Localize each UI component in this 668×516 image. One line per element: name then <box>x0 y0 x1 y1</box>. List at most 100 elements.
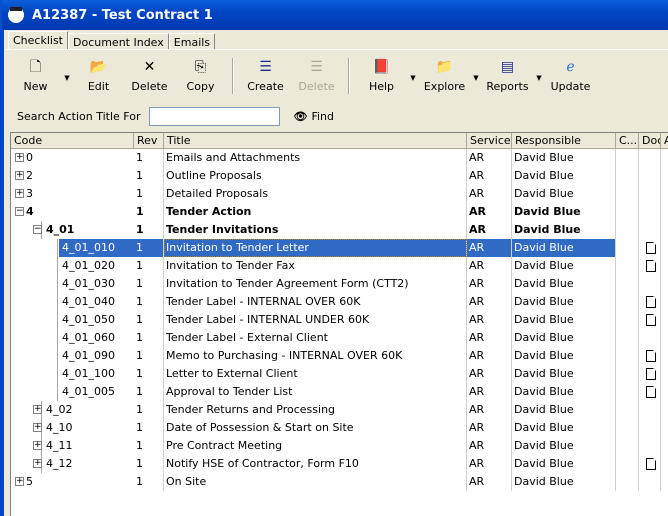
cell-title: Date of Possession & Start on Site <box>164 419 467 437</box>
search-input[interactable] <box>148 107 280 126</box>
expand-icon[interactable]: + <box>33 423 42 432</box>
table-row[interactable]: 0 +1 Emails and Attachments AR David Blue <box>11 149 668 167</box>
document-icon[interactable] <box>646 314 656 326</box>
table-row[interactable]: 4_01_020 1 Invitation to Tender Fax AR David… <box>11 257 668 275</box>
expand-icon[interactable]: + <box>33 405 42 414</box>
document-icon[interactable] <box>646 350 656 362</box>
table-row[interactable]: 2 +1 Outline Proposals AR David Blue <box>11 167 668 185</box>
reports-button[interactable]: ▤ Reports <box>482 58 533 93</box>
cell-code: 4_01_060 <box>62 331 115 344</box>
dropdown-arrow-icon[interactable]: ▼ <box>470 58 482 82</box>
cell-responsible: David Blue <box>512 149 616 167</box>
cell-a <box>661 239 668 257</box>
copy-button[interactable]: ⎘ Copy <box>175 58 226 93</box>
cell-c <box>616 437 639 455</box>
column-header-service[interactable]: Service <box>467 133 512 149</box>
tab-document-index[interactable]: Document Index <box>68 33 169 50</box>
cell-rev: 1 <box>134 275 164 293</box>
column-header-rev[interactable]: Rev <box>134 133 164 149</box>
expand-icon[interactable]: + <box>15 153 24 162</box>
cell-c <box>616 185 639 203</box>
cell-c <box>616 311 639 329</box>
table-row[interactable]: 4_01_030 1 Invitation to Tender Agreement … <box>11 275 668 293</box>
document-icon[interactable] <box>646 368 656 380</box>
cell-c <box>616 383 639 401</box>
cell-code: 4_01 <box>46 223 75 236</box>
tab-checklist[interactable]: Checklist <box>8 31 68 50</box>
cell-service: AR <box>467 185 512 203</box>
table-row[interactable]: 4_01_005 1 Approval to Tender List AR David … <box>11 383 668 401</box>
table-row[interactable]: 4_01_100 1 Letter to External Client AR Davi… <box>11 365 668 383</box>
find-label: Find <box>311 110 335 123</box>
table-row[interactable]: 4_11 +1 Pre Contract Meeting AR David Blue <box>11 437 668 455</box>
tree-line <box>57 239 58 257</box>
create-button[interactable]: ☰ Create <box>240 58 291 93</box>
cell-responsible: David Blue <box>512 275 616 293</box>
dropdown-arrow-icon[interactable]: ▼ <box>61 58 73 82</box>
cell-title: Emails and Attachments <box>164 149 467 167</box>
expand-icon[interactable]: + <box>15 477 24 486</box>
cell-doc <box>639 203 661 221</box>
dropdown-arrow-icon[interactable]: ▼ <box>533 58 545 82</box>
table-row[interactable]: 3 +1 Detailed Proposals AR David Blue <box>11 185 668 203</box>
cell-a <box>661 347 668 365</box>
table-row[interactable]: 4_01_060 1 Tender Label - External Client A… <box>11 329 668 347</box>
cell-title: Approval to Tender List <box>164 383 467 401</box>
table-row[interactable]: 4_01_050 1 Tender Label - INTERNAL UNDER 6… <box>11 311 668 329</box>
table-row[interactable]: 4_10 +1 Date of Possession & Start on Site… <box>11 419 668 437</box>
column-header-c[interactable]: C... <box>616 133 639 149</box>
create-document-icon: ☰ <box>259 59 272 75</box>
cell-rev: 1 <box>134 293 164 311</box>
tree-line <box>57 347 58 365</box>
find-button[interactable]: 👁 Find <box>294 110 335 123</box>
table-row[interactable]: 4_01_010 1 Invitation to Tender Letter AR Da… <box>11 239 668 257</box>
expand-icon[interactable]: + <box>15 171 24 180</box>
expand-icon[interactable]: + <box>33 441 42 450</box>
document-icon[interactable] <box>646 260 656 272</box>
column-header-code[interactable]: Code <box>11 133 134 149</box>
collapse-icon[interactable]: − <box>15 207 24 216</box>
cell-rev: 1 <box>134 347 164 365</box>
toolbar-separator <box>232 58 234 94</box>
cell-responsible: David Blue <box>512 473 616 491</box>
cell-responsible: David Blue <box>512 455 616 473</box>
checklist-grid[interactable]: CodeRevTitleServiceResponsibleC...DocA0+… <box>10 132 668 516</box>
cell-service: AR <box>467 239 512 257</box>
explore-button[interactable]: 📁 Explore <box>419 58 470 93</box>
cell-title: Tender Invitations <box>164 221 467 239</box>
column-header-a[interactable]: A <box>661 133 668 149</box>
edit-button[interactable]: 📂 Edit <box>73 58 124 93</box>
table-row[interactable]: 4_12 +1 Notify HSE of Contractor, Form F10… <box>11 455 668 473</box>
cell-title: Detailed Proposals <box>164 185 467 203</box>
new-button[interactable]: 🗋 New <box>10 58 61 93</box>
tab-emails[interactable]: Emails <box>168 33 216 50</box>
column-header-doc[interactable]: Doc <box>639 133 661 149</box>
column-header-responsible[interactable]: Responsible <box>512 133 616 149</box>
cell-a <box>661 275 668 293</box>
expand-icon[interactable]: + <box>15 189 24 198</box>
cell-c <box>616 149 639 167</box>
delete-button[interactable]: ✕ Delete <box>124 58 175 93</box>
table-row[interactable]: 4_01− 1 Tender Invitations AR David Blue <box>11 221 668 239</box>
update-button[interactable]: ℯ Update <box>545 58 596 93</box>
document-icon[interactable] <box>646 296 656 308</box>
table-row[interactable]: 4_02 +1 Tender Returns and Processing AR Dav… <box>11 401 668 419</box>
collapse-icon[interactable]: − <box>33 225 42 234</box>
document-icon[interactable] <box>646 242 656 254</box>
cell-c <box>616 419 639 437</box>
delete-button[interactable]: ☰ Delete <box>291 58 342 93</box>
column-header-title[interactable]: Title <box>164 133 467 149</box>
table-row[interactable]: 5 +1 On Site AR David Blue <box>11 473 668 491</box>
binoculars-icon: 👁 <box>293 110 308 123</box>
document-icon[interactable] <box>646 386 656 398</box>
button-label: Update <box>550 80 591 93</box>
cell-responsible: David Blue <box>512 311 616 329</box>
help-button[interactable]: 📕 Help <box>356 58 407 93</box>
document-icon[interactable] <box>646 458 656 470</box>
table-row[interactable]: 4− 1 Tender Action AR David Blue <box>11 203 668 221</box>
dropdown-arrow-icon[interactable]: ▼ <box>407 58 419 82</box>
table-row[interactable]: 4_01_040 1 Tender Label - INTERNAL OVER 60… <box>11 293 668 311</box>
expand-icon[interactable]: + <box>33 459 42 468</box>
cell-title: Notify HSE of Contractor, Form F10 <box>164 455 467 473</box>
table-row[interactable]: 4_01_090 1 Memo to Purchasing - INTERNAL O… <box>11 347 668 365</box>
